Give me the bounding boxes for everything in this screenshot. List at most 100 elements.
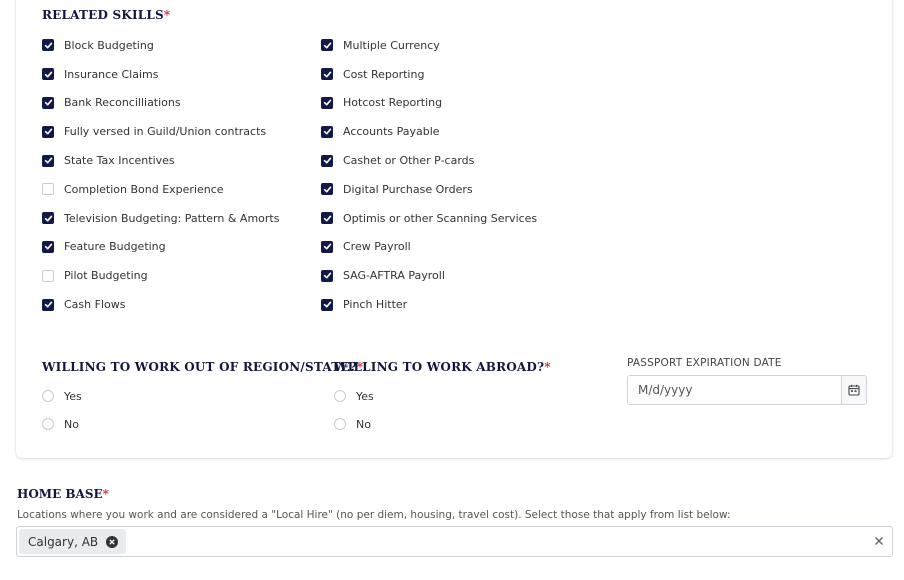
check-icon: [44, 128, 52, 135]
checkbox-unchecked[interactable]: [42, 183, 54, 196]
radio-button[interactable]: [334, 390, 346, 402]
radio-button[interactable]: [42, 418, 54, 430]
check-icon: [323, 157, 331, 164]
clear-all-button[interactable]: [872, 534, 886, 548]
radio-label: Yes: [64, 389, 82, 403]
radio-button[interactable]: [334, 418, 346, 430]
skill-label: Fully versed in Guild/Union contracts: [64, 125, 267, 139]
check-icon: [323, 272, 331, 279]
remove-chip-button[interactable]: [106, 535, 119, 548]
skill-option-television-budgeting-pattern-amorts[interactable]: Television Budgeting: Pattern & Amorts: [42, 204, 279, 233]
checkbox-unchecked[interactable]: [42, 269, 54, 282]
skill-label: Multiple Currency: [343, 38, 440, 52]
check-icon: [323, 71, 331, 78]
skill-label: Cash Flows: [64, 298, 126, 312]
check-icon: [44, 157, 52, 164]
checkbox-checked[interactable]: [42, 240, 54, 253]
chip-label: Calgary, AB: [28, 534, 99, 549]
radio-label: No: [356, 417, 371, 431]
skill-option-crew-payroll[interactable]: Crew Payroll: [321, 233, 537, 262]
passport-expiration-input[interactable]: [628, 376, 841, 404]
radio-option-no[interactable]: No: [334, 410, 374, 438]
checkbox-checked[interactable]: [321, 183, 333, 196]
skill-option-pinch-hitter[interactable]: Pinch Hitter: [321, 290, 537, 319]
skill-option-cashet-or-other-p-cards[interactable]: Cashet or Other P-cards: [321, 146, 537, 175]
checkbox-checked[interactable]: [42, 298, 54, 311]
skill-option-fully-versed-in-guild-union-contracts[interactable]: Fully versed in Guild/Union contracts: [42, 117, 279, 146]
calendar-button[interactable]: [841, 376, 866, 404]
radio-option-no[interactable]: No: [42, 410, 82, 438]
checkbox-checked[interactable]: [321, 39, 333, 52]
radio-option-yes[interactable]: Yes: [334, 382, 374, 410]
willing-region-title: WILLING TO WORK OUT OF REGION/STATE?*: [42, 360, 363, 374]
checkbox-checked[interactable]: [321, 68, 333, 81]
checkbox-checked[interactable]: [321, 96, 333, 109]
skill-label: Digital Purchase Orders: [343, 182, 473, 196]
checkbox-checked[interactable]: [321, 154, 333, 167]
willing-abroad-radio-group: Yes No: [334, 382, 374, 438]
selected-chips: Calgary, AB: [19, 529, 127, 554]
selected-location-chip: Calgary, AB: [19, 529, 127, 554]
checkbox-checked[interactable]: [42, 125, 54, 138]
radio-option-yes[interactable]: Yes: [42, 382, 82, 410]
radio-label: No: [64, 417, 79, 431]
skill-label: Cost Reporting: [343, 67, 425, 81]
skill-option-feature-budgeting[interactable]: Feature Budgeting: [42, 233, 279, 262]
checkbox-checked[interactable]: [321, 125, 333, 138]
close-icon: [875, 537, 883, 545]
skill-label: Optimis or other Scanning Services: [343, 211, 538, 225]
skill-option-multiple-currency[interactable]: Multiple Currency: [321, 31, 537, 60]
skill-label: Bank Reconcilliations: [64, 96, 181, 110]
checkbox-checked[interactable]: [42, 212, 54, 225]
willing-abroad-title-text: WILLING TO WORK ABROAD?: [334, 360, 545, 374]
check-icon: [323, 186, 331, 193]
skill-option-digital-purchase-orders[interactable]: Digital Purchase Orders: [321, 175, 537, 204]
skill-label: Block Budgeting: [64, 38, 154, 52]
skill-label: Completion Bond Experience: [64, 182, 224, 196]
checkbox-checked[interactable]: [42, 68, 54, 81]
skill-option-sag-aftra-payroll[interactable]: SAG-AFTRA Payroll: [321, 261, 537, 290]
checkbox-checked[interactable]: [321, 298, 333, 311]
willing-region-title-text: WILLING TO WORK OUT OF REGION/STATE?: [42, 360, 357, 374]
check-icon: [323, 301, 331, 308]
skill-option-insurance-claims[interactable]: Insurance Claims: [42, 60, 279, 89]
skill-option-hotcost-reporting[interactable]: Hotcost Reporting: [321, 89, 537, 118]
checkbox-checked[interactable]: [321, 212, 333, 225]
checkbox-checked[interactable]: [42, 39, 54, 52]
required-mark: *: [102, 487, 109, 501]
skill-option-pilot-budgeting[interactable]: Pilot Budgeting: [42, 261, 279, 290]
skill-label: Hotcost Reporting: [343, 96, 443, 110]
skill-option-accounts-payable[interactable]: Accounts Payable: [321, 117, 537, 146]
skill-label: State Tax Incentives: [64, 154, 175, 168]
skill-label: Cashet or Other P-cards: [343, 154, 475, 168]
skill-label: Pilot Budgeting: [64, 269, 148, 283]
skill-option-optimis-or-other-scanning-services[interactable]: Optimis or other Scanning Services: [321, 204, 537, 233]
passport-expiration-label: PASSPORT EXPIRATION DATE: [627, 357, 782, 369]
passport-expiration-field: [627, 375, 867, 405]
checkbox-checked[interactable]: [321, 269, 333, 282]
home-base-title-text: HOME BASE: [17, 487, 103, 501]
willing-region-radio-group: Yes No: [42, 382, 82, 438]
skill-option-completion-bond-experience[interactable]: Completion Bond Experience: [42, 175, 279, 204]
home-base-multiselect[interactable]: Calgary, AB: [16, 526, 893, 557]
skill-label: Insurance Claims: [64, 67, 159, 81]
close-circle-icon: [109, 538, 115, 545]
skill-option-cost-reporting[interactable]: Cost Reporting: [321, 60, 537, 89]
related-skills-title: RELATED SKILLS*: [42, 8, 170, 22]
check-icon: [323, 42, 331, 49]
check-icon: [44, 42, 52, 49]
related-skills-title-text: RELATED SKILLS: [42, 8, 164, 22]
check-icon: [44, 100, 52, 106]
checkbox-checked[interactable]: [42, 96, 54, 109]
skill-option-bank-reconcilliations[interactable]: Bank Reconcilliations: [42, 89, 279, 118]
skill-option-state-tax-incentives[interactable]: State Tax Incentives: [42, 146, 279, 175]
skill-label: SAG-AFTRA Payroll: [343, 269, 445, 283]
skill-option-block-budgeting[interactable]: Block Budgeting: [42, 31, 279, 60]
radio-button[interactable]: [42, 390, 54, 402]
skill-option-cash-flows[interactable]: Cash Flows: [42, 290, 279, 319]
checkbox-checked[interactable]: [321, 240, 333, 253]
checkbox-checked[interactable]: [42, 154, 54, 167]
required-mark: *: [544, 360, 551, 374]
willing-abroad-title: WILLING TO WORK ABROAD?*: [334, 360, 551, 374]
check-icon: [323, 128, 331, 135]
